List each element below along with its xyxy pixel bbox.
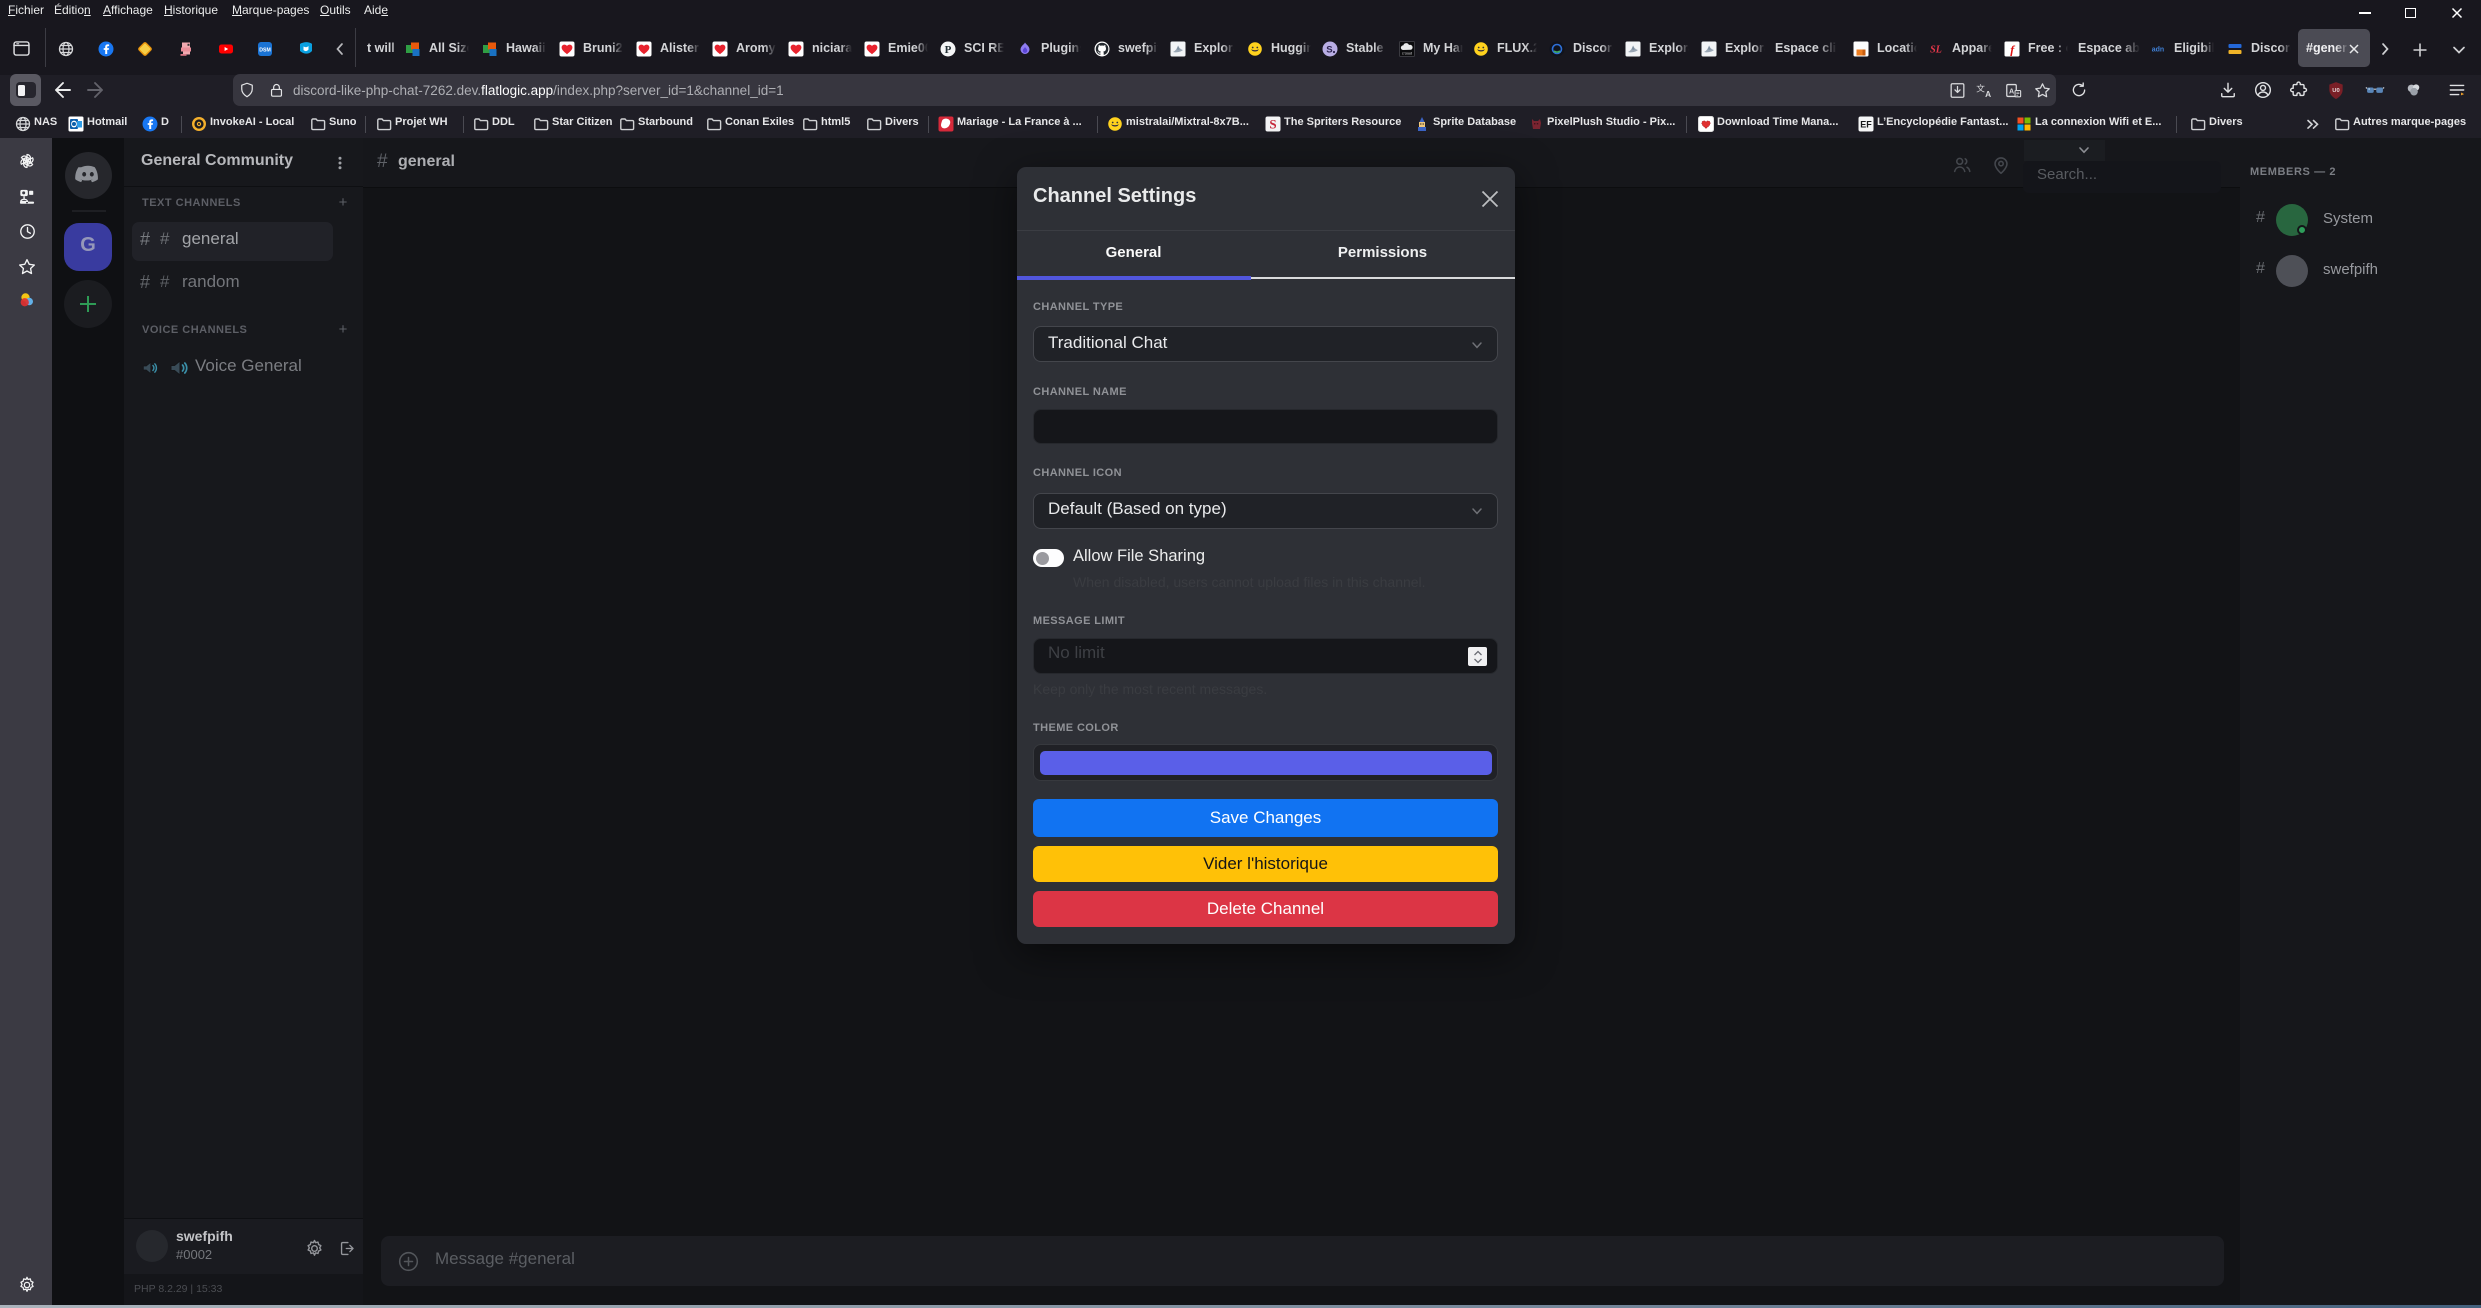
svg-text:S: S	[1269, 117, 1276, 132]
svg-text:cloud: cloud	[1402, 51, 1412, 56]
svg-text:A: A	[1985, 89, 1991, 99]
svg-text:P: P	[945, 43, 952, 55]
svg-text:U0: U0	[2332, 88, 2339, 94]
svg-text:EF: EF	[1860, 120, 1872, 130]
svg-text:S: S	[1326, 44, 1332, 55]
svg-text:A: A	[2008, 87, 2013, 95]
svg-text:文: 文	[1976, 82, 1985, 93]
svg-text:adn: adn	[2152, 46, 2164, 53]
svg-text:SL: SL	[1930, 44, 1942, 55]
svg-text:DSM: DSM	[259, 47, 271, 53]
